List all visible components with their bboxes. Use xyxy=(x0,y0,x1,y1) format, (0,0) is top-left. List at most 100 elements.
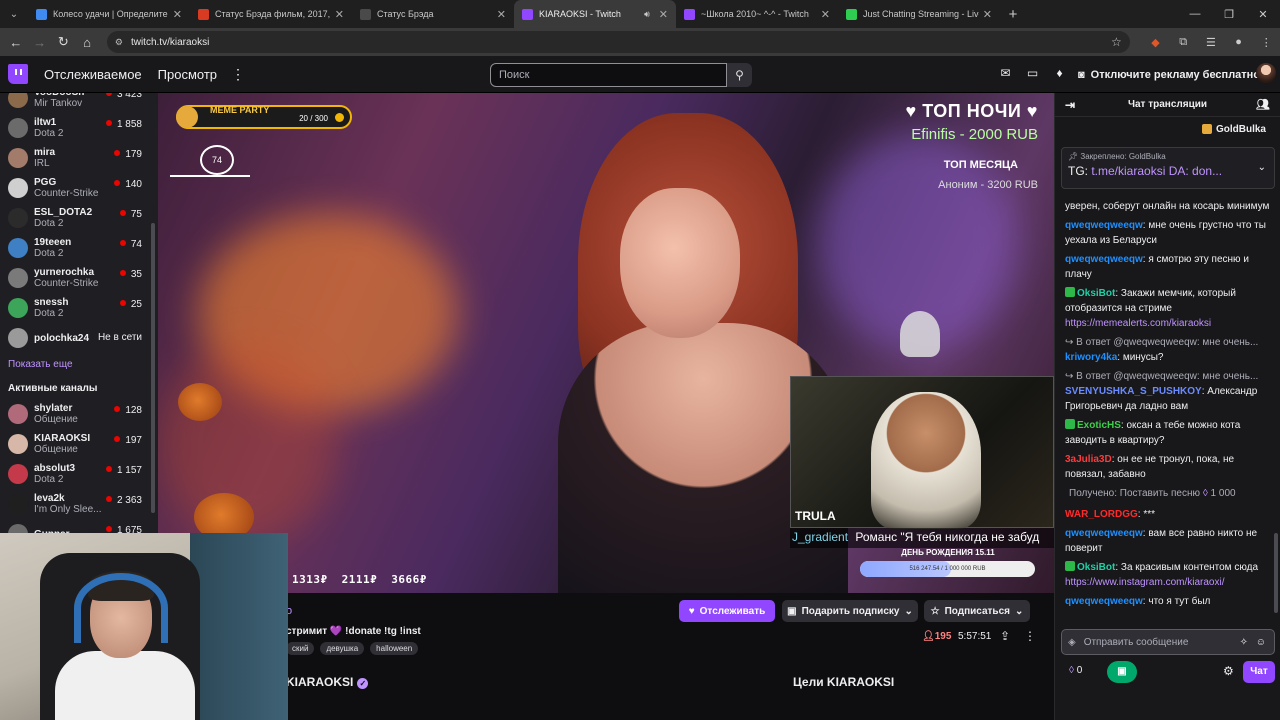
browser-menu-icon[interactable]: ⋮ xyxy=(1252,36,1280,49)
more-options-icon[interactable]: ⋮ xyxy=(1024,629,1036,643)
more-menu-icon[interactable]: ⋮ xyxy=(231,66,245,83)
chat-username[interactable]: SVENYUSHKA_S_PUSHKOY xyxy=(1065,386,1202,397)
show-more-link[interactable]: Показать еще xyxy=(0,353,158,377)
minimize-icon[interactable]: — xyxy=(1178,8,1212,20)
sidebar-channel[interactable]: VooDooSh Mir Tankov 3 423 xyxy=(0,93,158,113)
close-tab-icon[interactable]: ✕ xyxy=(497,8,506,21)
whispers-icon[interactable]: ▭ xyxy=(1019,66,1046,80)
top-gifter-name[interactable]: GoldBulka xyxy=(1216,124,1266,135)
new-tab-button[interactable]: + xyxy=(1000,6,1026,23)
settings-icon[interactable]: ⚙ xyxy=(1223,664,1234,678)
subscribe-button[interactable]: ☆ Подписаться ⌄ xyxy=(924,600,1030,622)
close-tab-icon[interactable]: ✕ xyxy=(821,8,830,21)
close-tab-icon[interactable]: ✕ xyxy=(983,8,992,21)
send-chat-button[interactable]: Чат xyxy=(1243,661,1275,683)
emote-icon[interactable]: ☺ xyxy=(1256,637,1266,648)
browser-tab[interactable]: Статус Брэда фильм, 2017, дат ✕ xyxy=(190,0,352,28)
browser-tab[interactable]: KIARAOKSI - Twitch 🔊︎ ✕ xyxy=(514,0,676,28)
sidebar-channel[interactable]: ESL_DOTA2 Dota 2 75 xyxy=(0,203,158,233)
address-bar[interactable]: ⚙ twitch.tv/kiaraoksi ☆ xyxy=(106,31,1130,53)
tab-search-icon[interactable]: ⌄ xyxy=(0,0,28,28)
chat-username[interactable]: qweqweqweeqw xyxy=(1065,254,1143,265)
close-window-icon[interactable]: ✕ xyxy=(1246,8,1280,21)
sidebar-channel-offline[interactable]: polochka24 Не в сети xyxy=(0,323,158,353)
chat-scrollbar[interactable] xyxy=(1274,533,1278,613)
search-input[interactable]: Поиск xyxy=(490,63,727,87)
nav-browse[interactable]: Просмотр xyxy=(158,67,217,82)
chat-username[interactable]: OksiBot xyxy=(1077,562,1115,573)
close-tab-icon[interactable]: ✕ xyxy=(335,8,344,21)
claim-bonus-icon[interactable]: ▣ xyxy=(1107,661,1137,683)
chat-input[interactable]: ◈ Отправить сообщение ✧ ☺ xyxy=(1061,629,1275,655)
sidebar-channel[interactable]: snessh Dota 2 25 xyxy=(0,293,158,323)
gift-sub-button[interactable]: ▣ Подарить подписку ⌄ xyxy=(782,600,918,622)
hype-icon[interactable]: ✧ xyxy=(1240,637,1248,648)
close-tab-icon[interactable]: ✕ xyxy=(659,8,668,21)
reading-list-icon[interactable]: ☰ xyxy=(1197,36,1225,49)
crown-icon[interactable]: ♦ xyxy=(1046,66,1073,80)
restore-icon[interactable]: ❐ xyxy=(1212,8,1246,21)
birthday-goal-amount: 516 247.54 / 1 000 000 RUB xyxy=(909,566,986,572)
share-icon[interactable]: ⇪ xyxy=(1000,629,1010,643)
reply-context[interactable]: ↪ В ответ @qweqweqweeqw: мне очень... xyxy=(1065,335,1273,350)
reply-context[interactable]: ↪ В ответ @qweqweqweeqw: мне очень... xyxy=(1065,369,1273,384)
follow-button[interactable]: ♥ Отслеживать xyxy=(679,600,775,622)
sidebar-channel[interactable]: PGG Counter-Strike 140 xyxy=(0,173,158,203)
chat-username[interactable]: qweqweqweeqw xyxy=(1065,596,1143,607)
chevron-down-icon[interactable]: ⌄ xyxy=(1258,162,1266,173)
sidebar-channel[interactable]: mira IRL 179 xyxy=(0,143,158,173)
extension-icon[interactable]: ◆ xyxy=(1142,36,1170,49)
browser-tab[interactable]: Статус Брэда ✕ xyxy=(352,0,514,28)
chat-username[interactable]: qweqweqweeqw xyxy=(1065,220,1143,231)
stream-tag[interactable]: девушка xyxy=(320,642,365,655)
bits-icon[interactable]: ◈ xyxy=(1068,637,1076,648)
sidebar-channel[interactable]: Gunnar 1 675 xyxy=(0,519,158,533)
profile-icon[interactable]: ● xyxy=(1225,36,1253,48)
forward-icon[interactable]: → xyxy=(28,35,52,50)
sidebar-channel[interactable]: iltw1 Dota 2 1 858 xyxy=(0,113,158,143)
sidebar-channel[interactable]: leva2k I'm Only Slee... 2 363 xyxy=(0,489,158,519)
pinned-link[interactable]: t.me/kiaraoksi xyxy=(1091,164,1165,178)
back-icon[interactable]: ← xyxy=(4,35,28,50)
channel-points[interactable]: ◊ 0 xyxy=(1069,665,1082,676)
twitch-logo-icon[interactable] xyxy=(8,64,28,84)
browser-tab[interactable]: Колесо удачи | Определите п ✕ xyxy=(28,0,190,28)
ad-free-button[interactable]: ◙ Отключите рекламу бесплатно xyxy=(1072,63,1266,87)
sidebar-channel[interactable]: 19teeen Dota 2 74 xyxy=(0,233,158,263)
sidebar-channel[interactable]: yurnerochka Counter-Strike 35 xyxy=(0,263,158,293)
message-link[interactable]: https://memealerts.com/kiaraoksi xyxy=(1065,318,1211,329)
pinned-message[interactable]: 📌︎ Закреплено: GoldBulka TG: t.me/kiarao… xyxy=(1061,147,1275,189)
audio-playing-icon[interactable]: 🔊︎ xyxy=(644,9,650,20)
sidebar-channel[interactable]: shylater Общение 128 xyxy=(0,399,158,429)
close-tab-icon[interactable]: ✕ xyxy=(173,8,182,21)
sidebar-channel[interactable]: absolut3 Dota 2 1 157 xyxy=(0,459,158,489)
browser-tab[interactable]: ~Школа 2010~ ^-^ - Twitch ✕ xyxy=(676,0,838,28)
user-avatar[interactable] xyxy=(1256,63,1276,83)
inbox-icon[interactable]: ✉ xyxy=(992,66,1019,80)
video-player[interactable]: MEME PARTY 20 / 300 74 ♥ ТОП НОЧИ ♥ Efin… xyxy=(158,93,1054,593)
chat-username[interactable]: WAR_LORDGG xyxy=(1065,509,1138,520)
chat-username[interactable]: 3aJulia3D xyxy=(1065,454,1112,465)
extensions-puzzle-icon[interactable]: ⧉ xyxy=(1169,36,1197,49)
chat-username[interactable]: ExoticHS xyxy=(1077,420,1121,431)
sidebar-channel[interactable]: KIARAOKSI Общение 197 xyxy=(0,429,158,459)
ad-free-label: Отключите рекламу бесплатно xyxy=(1090,69,1261,81)
stream-tag[interactable]: halloween xyxy=(370,642,419,655)
reload-icon[interactable]: ↻ xyxy=(51,34,75,50)
bookmark-star-icon[interactable]: ☆ xyxy=(1111,35,1122,49)
stream-tag[interactable]: ский xyxy=(286,642,315,655)
site-info-icon[interactable]: ⚙ xyxy=(115,37,123,48)
chat-username[interactable]: OksiBot xyxy=(1077,288,1115,299)
search-icon[interactable]: ⚲ xyxy=(727,63,752,87)
chat-username[interactable]: qweqweqweeqw xyxy=(1065,528,1143,539)
nav-following[interactable]: Отслеживаемое xyxy=(44,67,142,82)
chat-username[interactable]: kriwory4ka xyxy=(1065,352,1117,363)
sidebar-scrollbar[interactable] xyxy=(151,223,155,513)
channel-category: Counter-Strike xyxy=(34,277,99,289)
home-icon[interactable]: ⌂ xyxy=(75,35,99,50)
community-icon[interactable]: 👥︎ xyxy=(1256,98,1270,111)
browser-tab[interactable]: Just Chatting Streaming - Live ✕ xyxy=(838,0,1000,28)
collapse-chat-icon[interactable]: ⇥ xyxy=(1065,98,1075,112)
viewer-count: 25 xyxy=(120,299,142,310)
message-link[interactable]: https://www.instagram.com/kiaraoxi/ xyxy=(1065,577,1225,588)
